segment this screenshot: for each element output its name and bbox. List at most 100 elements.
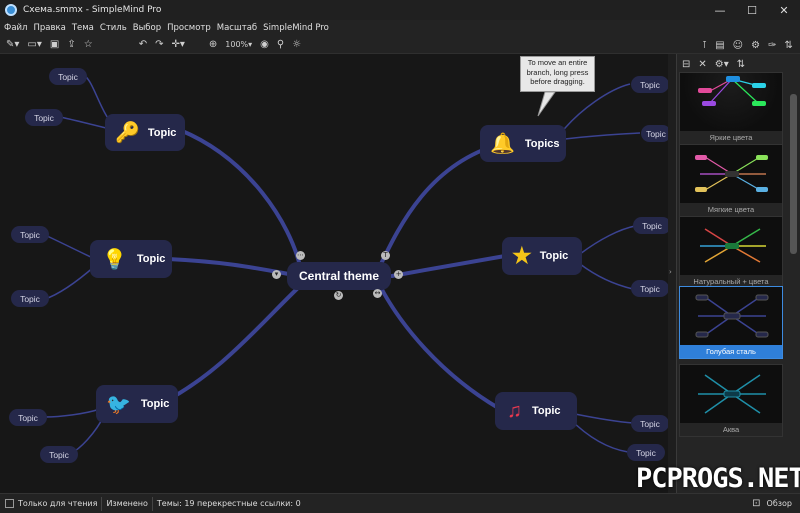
panel-toolbar: ⊟ ✕ ⚙▾ ⇅ <box>677 54 800 74</box>
menu-pro[interactable]: SimpleMind Pro <box>263 23 329 33</box>
readonly-checkbox[interactable] <box>5 499 14 508</box>
subtopic-node[interactable]: Topic <box>641 125 668 142</box>
theme-preview-mini <box>700 228 766 263</box>
star-icon: ★ <box>512 243 532 268</box>
theme-preview <box>680 287 782 345</box>
add-topic-icon[interactable]: ✛▾ <box>171 38 184 52</box>
outline-icon[interactable]: ⊺ <box>702 38 707 52</box>
subtopic-node[interactable]: Topic <box>11 290 49 307</box>
theme-preview-mini <box>698 76 766 106</box>
subtopic-node[interactable]: Topic <box>631 76 668 93</box>
theme-preview <box>680 365 782 423</box>
subtopic-node[interactable]: Topic <box>11 226 49 243</box>
subtopic-node[interactable]: Topic <box>631 280 668 297</box>
stats-status: Темы: 19 перекрестные ссылки: 0 <box>156 499 301 508</box>
undo-icon[interactable]: ↶ <box>139 38 147 52</box>
topic-node-music[interactable]: ♫ Topic <box>495 392 577 430</box>
panel-splitter[interactable]: › <box>668 54 676 493</box>
menu-style[interactable]: Стиль <box>100 23 127 33</box>
bell-icon: 🔔 <box>490 133 515 155</box>
themes-panel: ⊟ ✕ ⚙▾ ⇅ Яркие цвета Мягкие цвета Натура… <box>676 54 800 493</box>
theme-preview <box>680 145 782 203</box>
subtopic-node[interactable]: Topic <box>631 415 668 432</box>
app-icon <box>5 4 17 16</box>
theme-label: Яркие цвета <box>709 133 753 142</box>
panel-scrollbar[interactable] <box>790 94 797 254</box>
theme-label: Голубая сталь <box>680 345 782 358</box>
pen-icon[interactable]: ✑ <box>768 38 776 52</box>
menu-zoom[interactable]: Масштаб <box>217 23 257 33</box>
emoji-icon[interactable]: ☺ <box>733 38 743 52</box>
menu-view[interactable]: Просмотр <box>167 23 211 33</box>
topic-node-bird[interactable]: 🐦 Topic <box>96 385 178 423</box>
maximize-button[interactable]: ☐ <box>736 0 768 20</box>
close-button[interactable]: ✕ <box>768 0 800 20</box>
collapse-handle[interactable]: ⋯ <box>296 251 305 260</box>
topic-node-lightbulb[interactable]: 💡 Topic <box>90 240 172 278</box>
key-icon: 🔑 <box>115 122 140 144</box>
new-icon[interactable]: ✎▾ <box>6 38 19 52</box>
add-child-handle[interactable]: + <box>394 270 403 279</box>
toolbar: ✎▾ ▭▾ ▣ ⇪ ☆ ↶ ↷ ✛▾ ⊕ 100% ▾ ◉ ⚲ ☼ ⊺ ▤ ☺ ⚙… <box>0 36 800 54</box>
divider <box>151 496 153 511</box>
left-arrow-handle[interactable]: ▾ <box>272 270 281 279</box>
modified-status: Изменено <box>106 499 148 508</box>
theme-preview-mini <box>695 155 768 192</box>
share-icon[interactable]: ⇪ <box>67 38 75 52</box>
theme-card[interactable]: Яркие цвета <box>679 72 783 145</box>
status-bar: Только для чтения Изменено Темы: 19 пере… <box>0 493 800 513</box>
zoom-icon[interactable]: ⊕ <box>209 38 217 52</box>
subtopic-node[interactable]: Topic <box>9 409 47 426</box>
subtopic-node[interactable]: Topic <box>40 446 78 463</box>
watermark-text: PCPROGS.NET <box>636 463 800 494</box>
sort-icon[interactable]: ⇅ <box>784 38 792 52</box>
search-icon[interactable]: ⚲ <box>277 38 284 52</box>
fit-icon[interactable]: ◉ <box>260 38 269 52</box>
title-bar: Схема.smmx - SimpleMind Pro — ☐ ✕ <box>0 0 800 20</box>
theme-card[interactable]: Мягкие цвета <box>679 144 783 217</box>
central-theme-node[interactable]: Central theme <box>287 262 391 290</box>
menu-edit[interactable]: Правка <box>33 23 65 33</box>
overview-button[interactable]: Обзор <box>767 499 792 508</box>
open-folder-icon[interactable]: ▭▾ <box>27 38 41 52</box>
sort-icon[interactable]: ⇅ <box>737 59 745 70</box>
style-icon[interactable]: ⚙ <box>751 38 760 52</box>
menu-theme[interactable]: Тема <box>72 23 94 33</box>
rotate-handle[interactable]: ↻ <box>334 291 343 300</box>
mindmap-canvas[interactable]: To move an entire branch, long press bef… <box>0 54 668 493</box>
menu-file[interactable]: Файл <box>4 23 27 33</box>
theme-card-selected[interactable]: Голубая сталь <box>679 286 783 359</box>
close-icon[interactable]: ✕ <box>698 59 706 70</box>
theme-manage-icon[interactable]: ⊟ <box>682 59 690 70</box>
resize-handle[interactable]: ↔ <box>373 289 382 298</box>
theme-label: Мягкие цвета <box>707 205 755 214</box>
collapse-arrow-icon[interactable]: › <box>669 268 672 276</box>
overview-icon[interactable]: ⊡ <box>752 498 760 509</box>
topic-node-key[interactable]: 🔑 Topic <box>105 114 185 151</box>
subtopic-node[interactable]: Topic <box>25 109 63 126</box>
music-note-icon: ♫ <box>507 399 522 422</box>
note-icon[interactable]: ▤ <box>715 38 724 52</box>
subtopic-node[interactable]: Topic <box>627 444 665 461</box>
theme-preview <box>680 217 782 275</box>
star-icon[interactable]: ☆ <box>84 38 93 52</box>
window-title: Схема.smmx - SimpleMind Pro <box>23 5 162 15</box>
settings-icon[interactable]: ⚙▾ <box>715 59 729 70</box>
readonly-label: Только для чтения <box>18 499 98 508</box>
divider <box>101 496 103 511</box>
theme-preview <box>680 73 782 131</box>
topic-node-bell[interactable]: 🔔 Topics <box>480 125 566 162</box>
redo-icon[interactable]: ↷ <box>155 38 163 52</box>
zoom-level[interactable]: 100% ▾ <box>225 38 252 52</box>
menu-select[interactable]: Выбор <box>133 23 161 33</box>
topic-node-star[interactable]: ★ Topic <box>502 237 582 275</box>
subtopic-node[interactable]: Topic <box>633 217 668 234</box>
theme-card[interactable]: Натуральный + цвета <box>679 216 783 289</box>
focus-icon[interactable]: ☼ <box>292 38 301 52</box>
text-handle[interactable]: T <box>381 251 390 260</box>
save-icon[interactable]: ▣ <box>50 38 59 52</box>
theme-card[interactable]: Аква <box>679 364 783 437</box>
subtopic-node[interactable]: Topic <box>49 68 87 85</box>
minimize-button[interactable]: — <box>704 0 736 20</box>
theme-preview-mini <box>698 374 766 414</box>
